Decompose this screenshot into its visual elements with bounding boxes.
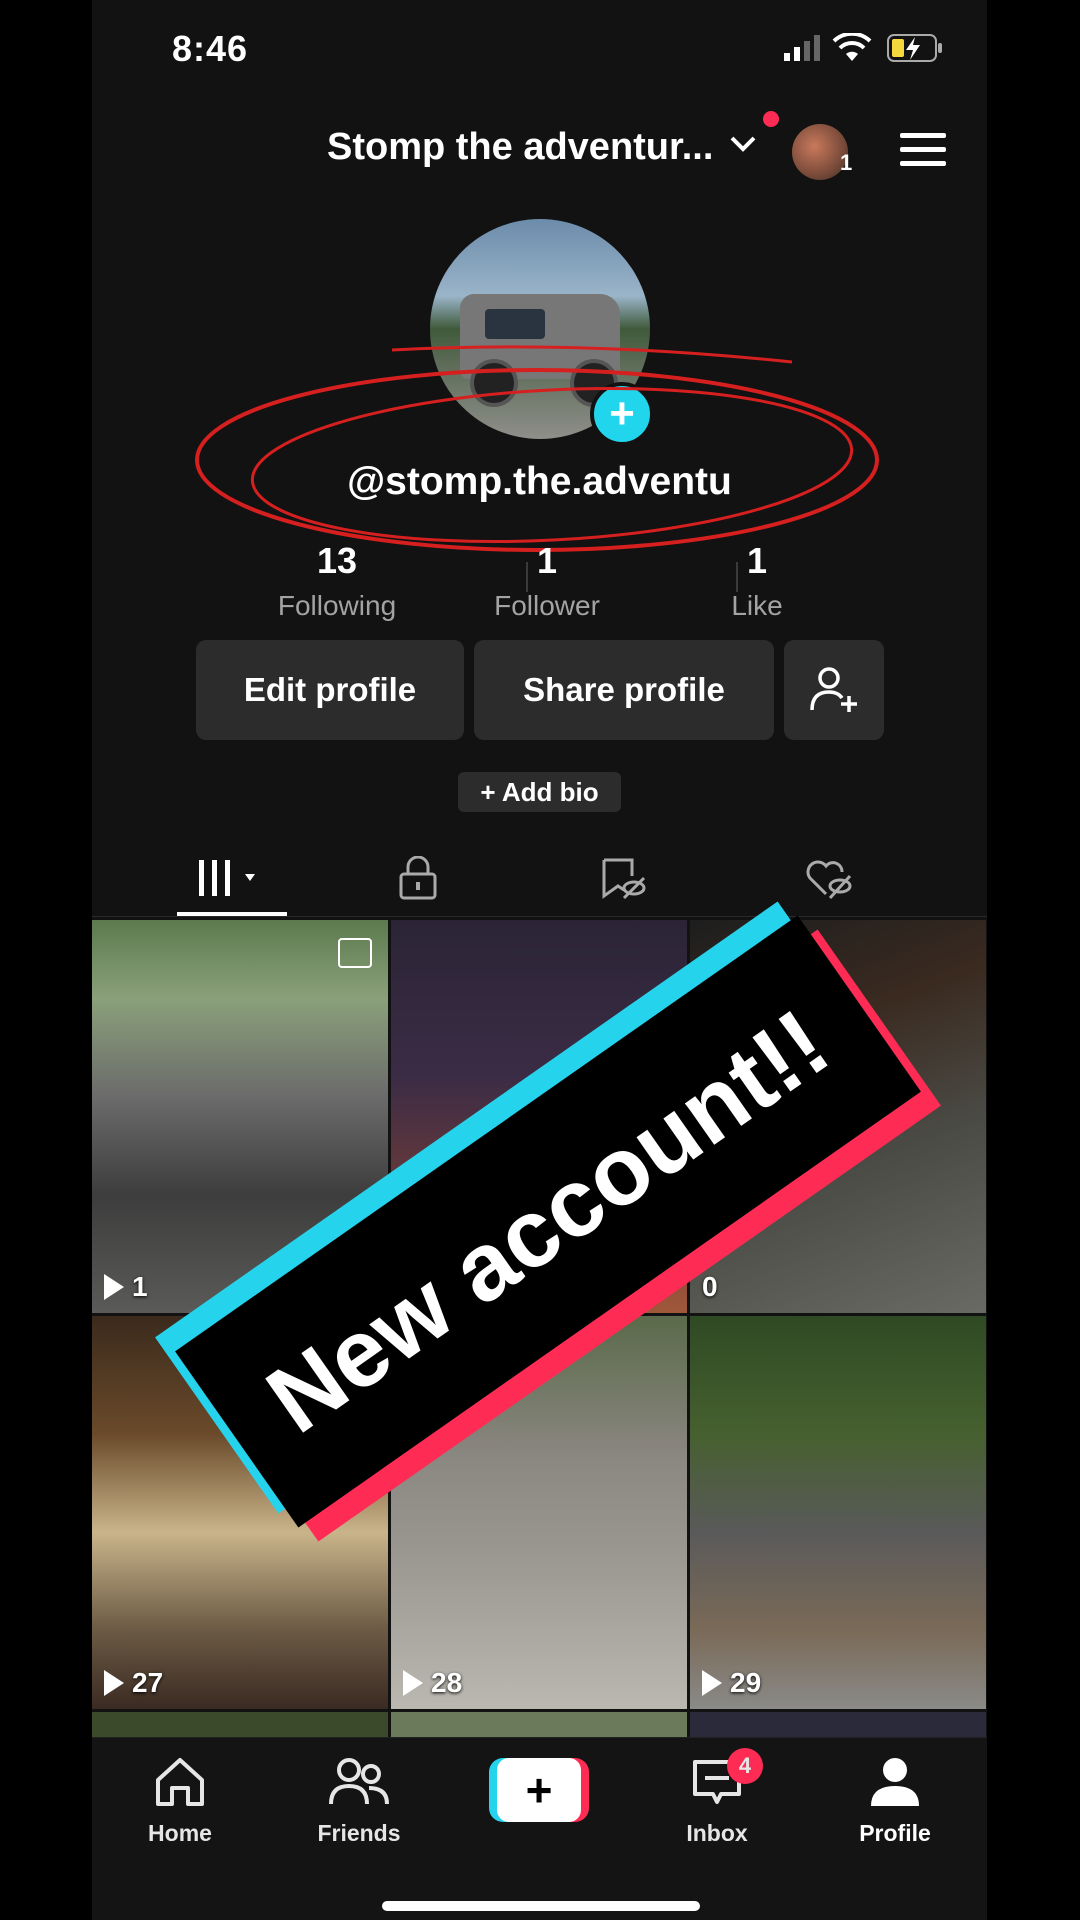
- home-icon: [156, 1758, 204, 1806]
- battery-charging-icon: [887, 34, 942, 62]
- nav-home[interactable]: Home: [110, 1756, 250, 1847]
- heart-hidden-icon: [806, 860, 851, 900]
- home-indicator: [382, 1901, 700, 1911]
- video-thumbnail[interactable]: 29: [690, 1316, 986, 1709]
- tab-liked[interactable]: [716, 840, 939, 916]
- create-button[interactable]: +: [489, 1758, 589, 1822]
- nav-profile[interactable]: Profile: [825, 1756, 965, 1847]
- tab-private[interactable]: [306, 840, 529, 916]
- view-count: 1: [104, 1271, 148, 1303]
- red-circle-annotation: [195, 345, 879, 552]
- active-tab-indicator: [177, 912, 287, 916]
- view-count: 28: [403, 1667, 462, 1699]
- wifi-icon: [832, 33, 872, 61]
- account-switcher[interactable]: Stomp the adventur...: [327, 126, 713, 169]
- profile-stats: 13 Following 1 Follower 1 Like: [232, 540, 862, 622]
- view-count: 27: [104, 1667, 163, 1699]
- add-person-icon: [810, 667, 857, 712]
- tab-favorites[interactable]: [510, 840, 733, 916]
- view-count: 29: [702, 1667, 761, 1699]
- menu-icon[interactable]: [900, 132, 946, 168]
- lock-icon: [399, 856, 436, 900]
- play-icon: [403, 1670, 423, 1696]
- chevron-down-icon[interactable]: [729, 134, 757, 154]
- bottom-navigation: Home Friends + 4 Inbox Profile: [92, 1737, 987, 1920]
- content-tabs: [92, 840, 987, 917]
- photo-icon: [338, 938, 372, 968]
- edit-profile-button[interactable]: Edit profile: [196, 640, 464, 740]
- plus-icon: +: [497, 1758, 581, 1822]
- profile-icon: [871, 1758, 919, 1806]
- play-icon: [104, 1274, 124, 1300]
- profile-handle: @stomp.the.adventu: [347, 460, 732, 503]
- stat-following[interactable]: 13 Following: [232, 540, 442, 622]
- status-bar: 8:46: [92, 0, 987, 100]
- inbox-badge: 4: [727, 1748, 763, 1784]
- stat-followers[interactable]: 1 Follower: [442, 540, 652, 622]
- add-friends-button[interactable]: [784, 640, 884, 740]
- nav-friends[interactable]: Friends: [289, 1756, 429, 1847]
- friends-icon: [329, 1758, 389, 1805]
- stat-likes[interactable]: 1 Like: [652, 540, 862, 622]
- add-bio-button[interactable]: + Add bio: [458, 772, 621, 812]
- status-time: 8:46: [172, 28, 249, 69]
- signal-icon: [784, 35, 820, 61]
- bookmark-hidden-icon: [602, 858, 645, 900]
- view-count: 0: [702, 1271, 718, 1302]
- grid-icon: [198, 860, 255, 896]
- nav-inbox[interactable]: 4 Inbox: [647, 1748, 787, 1847]
- share-profile-button[interactable]: Share profile: [474, 640, 774, 740]
- play-icon: [702, 1670, 722, 1696]
- profile-switch-count: 1: [840, 150, 853, 175]
- profile-screen: 8:46 Stomp the adventur... 1 + @stomp.th…: [92, 0, 987, 1920]
- notification-dot: [763, 111, 779, 127]
- play-icon: [104, 1670, 124, 1696]
